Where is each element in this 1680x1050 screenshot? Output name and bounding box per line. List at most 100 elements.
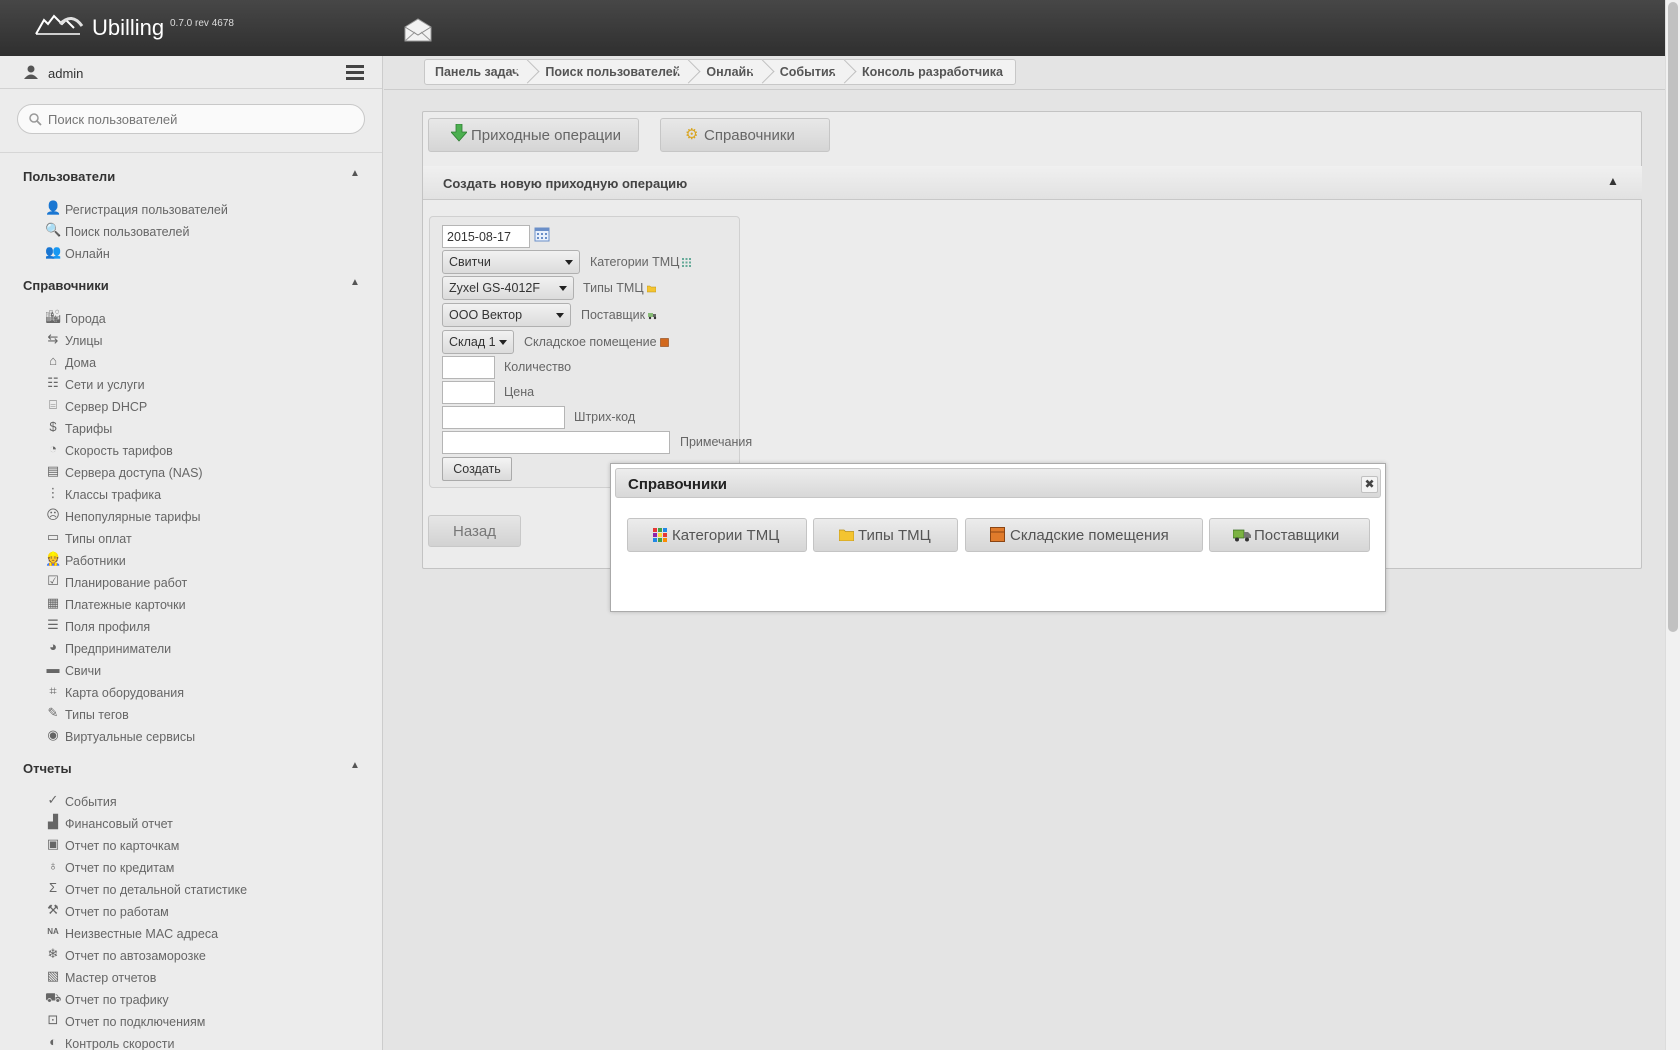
sidebar-menu: Пользователи ▲ 👤 Регистрация пользователей 🔍… — [0, 156, 382, 1050]
sidebar-item[interactable]: ☰ Поля профиля — [0, 616, 382, 638]
speed-control-icon: ◐ — [49, 1034, 57, 1049]
warehouse-select[interactable]: Склад 1 — [442, 330, 514, 354]
sidebar-item[interactable]: Σ Отчет по детальной статистике — [0, 879, 382, 901]
create-button[interactable]: Создать — [442, 457, 512, 481]
back-button[interactable]: Назад — [428, 515, 521, 547]
signpost-icon: ⇆ — [47, 331, 59, 346]
sidebar-item[interactable]: 👥 Онлайн — [0, 243, 382, 265]
username[interactable]: admin — [48, 66, 83, 81]
suppliers-button[interactable]: Поставщики — [1209, 518, 1370, 552]
sidebar-item[interactable]: ☷ Сети и услуги — [0, 374, 382, 396]
sidebar-item[interactable]: NA Неизвестные MAC адреса — [0, 923, 382, 945]
green-arrow-down-icon — [451, 124, 467, 142]
dialog-titlebar[interactable]: Справочники ✖ — [615, 468, 1381, 498]
sidebar-item[interactable]: ▧ Мастер отчетов — [0, 967, 382, 989]
profile-fields-icon: ☰ — [47, 617, 59, 632]
sidebar-item[interactable]: ⌸ Сервер DHCP — [0, 396, 382, 418]
sidebar-item[interactable]: ▤ Сервера доступа (NAS) — [0, 462, 382, 484]
scrollbar-thumb[interactable] — [1668, 2, 1678, 632]
card-icon: ▦ — [46, 595, 60, 610]
sidebar-item[interactable]: 🏙 Города — [0, 308, 382, 330]
sidebar-item-label: Свичи — [65, 664, 102, 678]
breadcrumb-item[interactable]: Консоль разработчика — [848, 60, 1015, 84]
sidebar-item[interactable]: ◉ Виртуальные сервисы — [0, 726, 382, 748]
sidebar-item[interactable]: ☑ Планирование работ — [0, 572, 382, 594]
sidebar-item[interactable]: ◕ Предприниматели — [0, 638, 382, 660]
payment-type-icon: ▭ — [46, 529, 60, 544]
sidebar-item-label: Финансовый отчет — [65, 817, 173, 831]
collapse-arrow-icon[interactable]: ▲ — [350, 277, 360, 288]
header-divider — [384, 89, 1665, 90]
user-search-input[interactable] — [48, 109, 348, 129]
types-button[interactable]: Типы ТМЦ — [813, 518, 958, 552]
breadcrumb-item[interactable]: Поиск пользователей — [531, 60, 692, 84]
warehouses-button[interactable]: Складские помещения — [965, 518, 1203, 552]
menu-toggle-icon[interactable] — [346, 65, 364, 81]
sidebar-item[interactable]: 🔍 Поиск пользователей — [0, 221, 382, 243]
sidebar-item[interactable]: ♁ Отчет по кредитам — [0, 857, 382, 879]
breadcrumb-item[interactable]: Онлайн — [692, 60, 765, 84]
price-input[interactable] — [442, 381, 495, 404]
directories-dialog: Справочники ✖ Категории ТМЦ Типы ТМЦ Скл… — [610, 463, 1386, 612]
sidebar-item[interactable]: 👷 Работники — [0, 550, 382, 572]
quantity-label: Количество — [504, 360, 572, 374]
breadcrumb: Панель задач Поиск пользователей Онлайн Соб… — [424, 59, 1016, 85]
sidebar-item[interactable]: ▣ Отчет по карточкам — [0, 835, 382, 857]
calendar-icon[interactable] — [534, 226, 550, 242]
sidebar-section-header[interactable]: Справочники ▲ — [0, 274, 382, 300]
date-input[interactable] — [442, 225, 530, 248]
collapse-arrow-icon[interactable]: ▲ — [350, 760, 360, 771]
sidebar-item[interactable]: ◐ Контроль скорости — [0, 1033, 382, 1050]
sidebar-item[interactable]: ▟ Финансовый отчет — [0, 813, 382, 835]
sidebar-item[interactable]: ◔ Скорость тарифов — [0, 440, 382, 462]
breadcrumb-item[interactable]: Панель задач — [425, 60, 531, 84]
type-select[interactable]: Zyxel GS-4012F — [442, 276, 574, 300]
finance-chart-icon: ▟ — [48, 814, 58, 829]
sidebar-item-label: Онлайн — [65, 247, 110, 261]
ubilling-logo-icon — [35, 14, 84, 35]
sidebar: admin Пользователи ▲ 👤Регистрация пользова… — [0, 56, 383, 1050]
barcode-input[interactable] — [442, 406, 565, 429]
sidebar-item[interactable]: $ Тарифы — [0, 418, 382, 440]
sidebar-item-label: Сервер DHCP — [65, 400, 148, 414]
sidebar-item[interactable]: ⊡ Отчет по подключениям — [0, 1011, 382, 1033]
sidebar-item[interactable]: ❄ Отчет по автозаморозке — [0, 945, 382, 967]
sidebar-item-label: Работники — [65, 554, 126, 568]
type-label: Типы ТМЦ — [583, 281, 656, 295]
close-icon[interactable]: ✖ — [1361, 476, 1378, 493]
folder-icon — [839, 529, 854, 541]
brand-name[interactable]: Ubilling — [92, 15, 164, 41]
sidebar-item[interactable]: ⇆ Улицы — [0, 330, 382, 352]
supplier-select[interactable]: ООО Вектор — [442, 303, 571, 327]
sidebar-item[interactable]: ✎ Типы тегов — [0, 704, 382, 726]
category-select[interactable]: Свитчи — [442, 250, 580, 274]
sidebar-item[interactable]: ⌗ Карта оборудования — [0, 682, 382, 704]
sidebar-section-header[interactable]: Отчеты ▲ — [0, 757, 382, 783]
sidebar-item[interactable]: ⛟ Отчет по трафику — [0, 989, 382, 1011]
notes-input[interactable] — [442, 431, 670, 454]
sidebar-item[interactable]: ▭ Типы оплат — [0, 528, 382, 550]
snowflake-icon: ❄ — [47, 946, 59, 961]
categories-button[interactable]: Категории ТМЦ — [627, 518, 807, 552]
sidebar-section-header[interactable]: Пользователи ▲ — [0, 165, 382, 191]
sidebar-item[interactable]: ▬ Свичи — [0, 660, 382, 682]
sigma-icon: Σ — [48, 880, 58, 895]
sidebar-item[interactable]: ⋮ Классы трафика — [0, 484, 382, 506]
sidebar-item[interactable]: ✓ События — [0, 791, 382, 813]
quantity-input[interactable] — [442, 356, 495, 379]
breadcrumb-item[interactable]: События — [766, 60, 848, 84]
sidebar-item[interactable]: ☹ Непопулярные тарифы — [0, 506, 382, 528]
tab-incoming-operations[interactable]: Приходные операции — [428, 118, 639, 152]
sidebar-item[interactable]: ▦ Платежные карточки — [0, 594, 382, 616]
tab-directories[interactable]: ⚙ Справочники — [660, 118, 830, 152]
collapse-arrow-icon[interactable]: ▲ — [1607, 174, 1619, 188]
section-header[interactable]: Создать новую приходную операцию ▲ — [423, 166, 1642, 200]
sidebar-section-title: Справочники — [23, 278, 109, 293]
mail-icon[interactable] — [403, 17, 433, 43]
sidebar-item[interactable]: ⚒ Отчет по работам — [0, 901, 382, 923]
sidebar-item[interactable]: ⌂ Дома — [0, 352, 382, 374]
page-scrollbar[interactable] — [1665, 0, 1680, 1050]
collapse-arrow-icon[interactable]: ▲ — [350, 168, 360, 179]
network-icon: ☷ — [47, 375, 59, 390]
sidebar-item[interactable]: 👤 Регистрация пользователей — [0, 199, 382, 221]
